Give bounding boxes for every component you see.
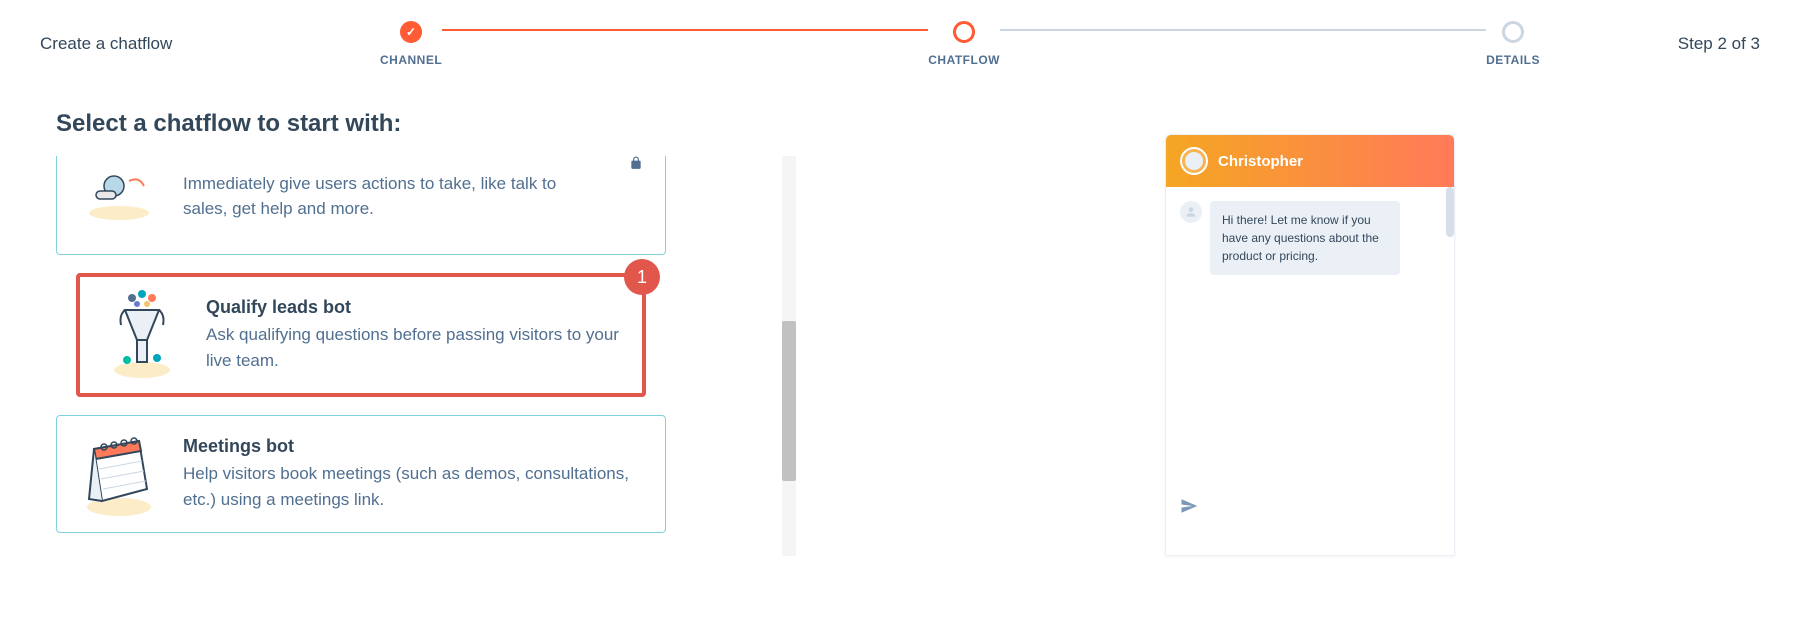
wizard-stepper: ✓ CHANNEL CHATFLOW DETAILS — [340, 21, 1580, 67]
breadcrumb: Create a chatflow — [40, 34, 340, 54]
step-connector — [442, 29, 928, 31]
annotation-badge: 1 — [624, 259, 660, 295]
options-list[interactable]: Immediately give users actions to take, … — [56, 156, 796, 556]
step-circle-icon — [953, 21, 975, 43]
person-icon — [1180, 201, 1202, 223]
check-icon: ✓ — [400, 21, 422, 43]
calendar-icon — [79, 434, 159, 514]
option-description: Help visitors book meetings (such as dem… — [183, 461, 643, 512]
page-title: Select a chatflow to start with: — [56, 110, 876, 138]
step-circle-icon — [1502, 21, 1524, 43]
step-connector — [1000, 29, 1486, 31]
avatar — [1180, 147, 1208, 175]
option-description: Immediately give users actions to take, … — [183, 171, 597, 222]
step-label: CHANNEL — [380, 53, 442, 67]
step-indicator: Step 2 of 3 — [1580, 34, 1760, 54]
scrollbar-track[interactable] — [782, 156, 796, 556]
step-label: CHATFLOW — [928, 53, 1000, 67]
step-label: DETAILS — [1486, 53, 1540, 67]
option-meetings[interactable]: Meetings bot Help visitors book meetings… — [56, 415, 666, 533]
step-chatflow[interactable]: CHATFLOW — [928, 21, 1000, 67]
scrollbar-thumb[interactable] — [1446, 187, 1454, 237]
lock-icon — [629, 156, 643, 173]
step-details[interactable]: DETAILS — [1486, 21, 1540, 67]
preview-body: Hi there! Let me know if you have any qu… — [1166, 187, 1454, 487]
step-channel[interactable]: ✓ CHANNEL — [380, 21, 442, 67]
option-title: Meetings bot — [183, 436, 643, 457]
agent-name: Christopher — [1218, 153, 1303, 170]
option-description: Ask qualifying questions before passing … — [206, 322, 620, 373]
option-qualify-leads[interactable]: 1 — [76, 273, 646, 397]
option-concierge[interactable]: Immediately give users actions to take, … — [56, 156, 666, 255]
preview-footer — [1166, 487, 1454, 530]
funnel-icon — [102, 295, 182, 375]
preview-scrollbar[interactable] — [1446, 187, 1454, 487]
message-bubble: Hi there! Let me know if you have any qu… — [1210, 201, 1400, 275]
preview-header: Christopher — [1166, 135, 1454, 187]
person-icon — [1185, 152, 1203, 170]
option-title: Qualify leads bot — [206, 297, 620, 318]
chat-preview: Christopher Hi there! Let me know if you… — [1165, 134, 1455, 556]
message-row: Hi there! Let me know if you have any qu… — [1180, 201, 1440, 275]
concierge-icon — [79, 156, 159, 236]
scrollbar-thumb[interactable] — [782, 321, 796, 481]
send-icon[interactable] — [1180, 499, 1198, 519]
